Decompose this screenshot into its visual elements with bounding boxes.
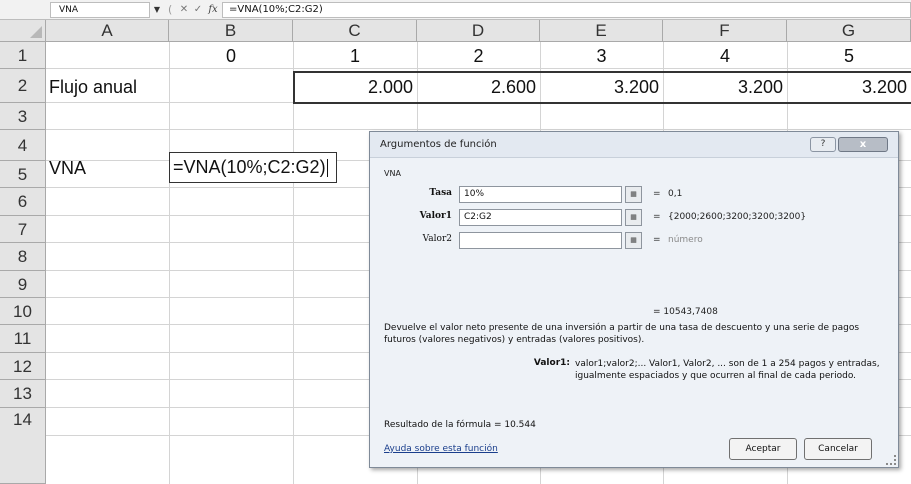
cell-g1[interactable]: 5: [787, 43, 911, 69]
cell-a4[interactable]: VNA: [49, 153, 169, 183]
arg-result-valor1: {2000;2600;3200;3200;3200}: [668, 212, 807, 222]
arg-equals: =: [653, 235, 661, 245]
help-icon[interactable]: ?: [810, 137, 836, 152]
cell-a2[interactable]: Flujo anual: [49, 70, 169, 104]
row-header-9[interactable]: 9: [0, 271, 46, 298]
row-header-10[interactable]: 10: [0, 298, 46, 325]
function-name: VNA: [384, 169, 401, 178]
row-header-11[interactable]: 11: [0, 325, 46, 353]
referenced-range-highlight: [293, 71, 911, 104]
param-name: Valor1:: [533, 358, 570, 368]
row-header-3[interactable]: 3: [0, 103, 46, 130]
arg-label-valor1: Valor1: [419, 211, 452, 221]
text-caret: [326, 159, 328, 178]
enter-formula-icon[interactable]: ✓: [192, 2, 204, 18]
insert-function-icon[interactable]: fx: [206, 2, 220, 18]
row-header-14[interactable]: 14: [0, 408, 46, 484]
arg-result-tasa: 0,1: [668, 189, 683, 199]
arg-input-valor1[interactable]: C2:G2: [459, 209, 622, 226]
cell-e1[interactable]: 3: [540, 43, 663, 69]
arg-label-valor2: Valor2: [422, 234, 452, 244]
arg-equals: =: [653, 189, 661, 199]
cell-b4-editing[interactable]: =VNA(10%;C2:G2): [169, 152, 337, 183]
arg-label-tasa: Tasa: [429, 188, 452, 198]
arg-equals: =: [653, 212, 661, 222]
cell-b4-formula: =VNA(10%;C2:G2): [173, 157, 326, 177]
cell-b1[interactable]: 0: [169, 43, 293, 69]
row-header-6[interactable]: 6: [0, 188, 46, 216]
name-box[interactable]: VNA: [50, 2, 150, 18]
preview-result: = 10543,7408: [653, 307, 718, 317]
row-header-5[interactable]: 5: [0, 161, 46, 188]
help-link[interactable]: Ayuda sobre esta función: [384, 444, 498, 454]
column-header-f[interactable]: F: [663, 20, 787, 42]
row-header-13[interactable]: 13: [0, 380, 46, 408]
resize-grip-icon[interactable]: [886, 455, 896, 465]
collapse-dialog-icon[interactable]: ▦: [625, 209, 642, 226]
cancel-formula-icon[interactable]: ✕: [178, 2, 190, 18]
row-header-8[interactable]: 8: [0, 243, 46, 271]
arg-input-valor2[interactable]: [459, 232, 622, 249]
row-header-7[interactable]: 7: [0, 216, 46, 243]
chevron-down-icon[interactable]: ▼: [151, 2, 163, 18]
row-header-4[interactable]: 4: [0, 130, 46, 161]
gridline: [46, 129, 911, 130]
ok-button[interactable]: Aceptar: [729, 438, 797, 460]
collapse-dialog-icon[interactable]: ▦: [625, 232, 642, 249]
cell-d1[interactable]: 2: [417, 43, 540, 69]
column-header-a[interactable]: A: [46, 20, 169, 42]
column-header-c[interactable]: C: [293, 20, 417, 42]
column-header-e[interactable]: E: [540, 20, 663, 42]
close-icon[interactable]: x: [838, 137, 888, 152]
gridline: [169, 42, 170, 484]
row-header-12[interactable]: 12: [0, 353, 46, 380]
formula-result: Resultado de la fórmula = 10.544: [384, 420, 536, 430]
arg-result-valor2: número: [668, 235, 703, 245]
gridline: [293, 42, 294, 484]
cancel-button[interactable]: Cancelar: [804, 438, 872, 460]
arg-input-tasa[interactable]: 10%: [459, 186, 622, 203]
formula-input[interactable]: =VNA(10%;C2:G2): [222, 2, 911, 18]
cell-f1[interactable]: 4: [663, 43, 787, 69]
column-header-g[interactable]: G: [787, 20, 911, 42]
function-arguments-dialog: Argumentos de función ? x VNA Tasa 10% ▦…: [369, 131, 899, 468]
param-description: valor1;valor2;... Valor1, Valor2, ... so…: [575, 359, 880, 381]
select-all-corner[interactable]: [0, 20, 46, 42]
function-description: Devuelve el valor neto presente de una i…: [384, 323, 860, 345]
cell-c1[interactable]: 1: [293, 43, 417, 69]
formula-bar-separator: (: [168, 3, 173, 16]
column-header-b[interactable]: B: [169, 20, 293, 42]
row-header-2[interactable]: 2: [0, 69, 46, 103]
collapse-dialog-icon[interactable]: ▦: [625, 186, 642, 203]
column-header-d[interactable]: D: [417, 20, 540, 42]
row-header-1[interactable]: 1: [0, 42, 46, 69]
formula-bar: VNA ▼ ( ✕ ✓ fx =VNA(10%;C2:G2): [0, 0, 911, 20]
